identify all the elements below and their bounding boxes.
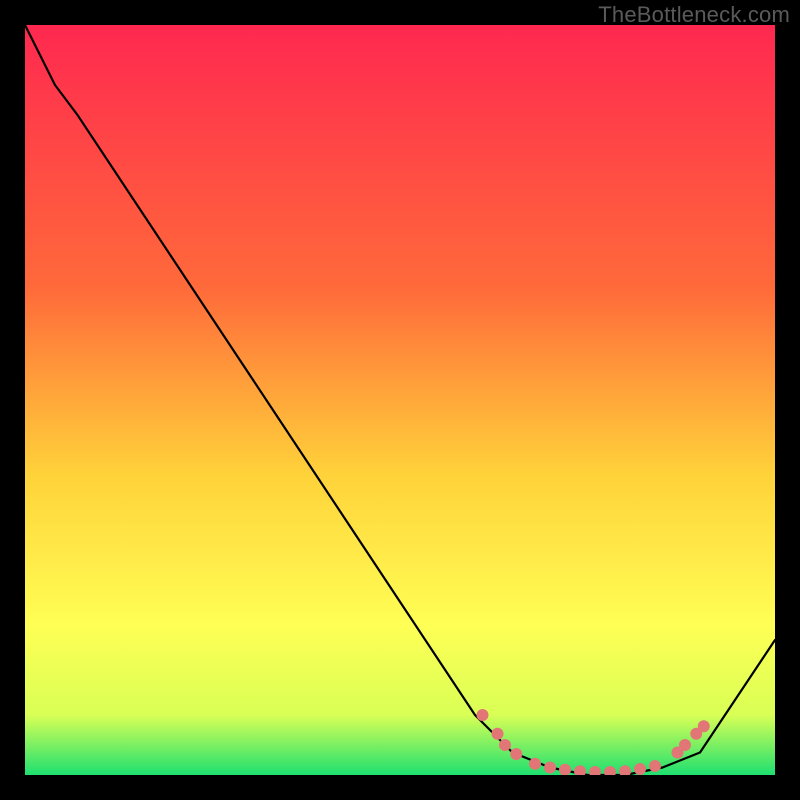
data-dot bbox=[634, 763, 646, 775]
stage: TheBottleneck.com bbox=[0, 0, 800, 800]
data-dot bbox=[544, 762, 556, 774]
data-dot bbox=[649, 760, 661, 772]
data-dot bbox=[492, 728, 504, 740]
data-dot bbox=[679, 739, 691, 751]
watermark-text: TheBottleneck.com bbox=[598, 2, 790, 28]
chart-svg bbox=[25, 25, 775, 775]
data-dot bbox=[477, 709, 489, 721]
gradient-background bbox=[25, 25, 775, 775]
data-dot bbox=[698, 720, 710, 732]
data-dot bbox=[529, 758, 541, 770]
data-dot bbox=[499, 739, 511, 751]
chart-area bbox=[25, 25, 775, 775]
data-dot bbox=[510, 748, 522, 760]
